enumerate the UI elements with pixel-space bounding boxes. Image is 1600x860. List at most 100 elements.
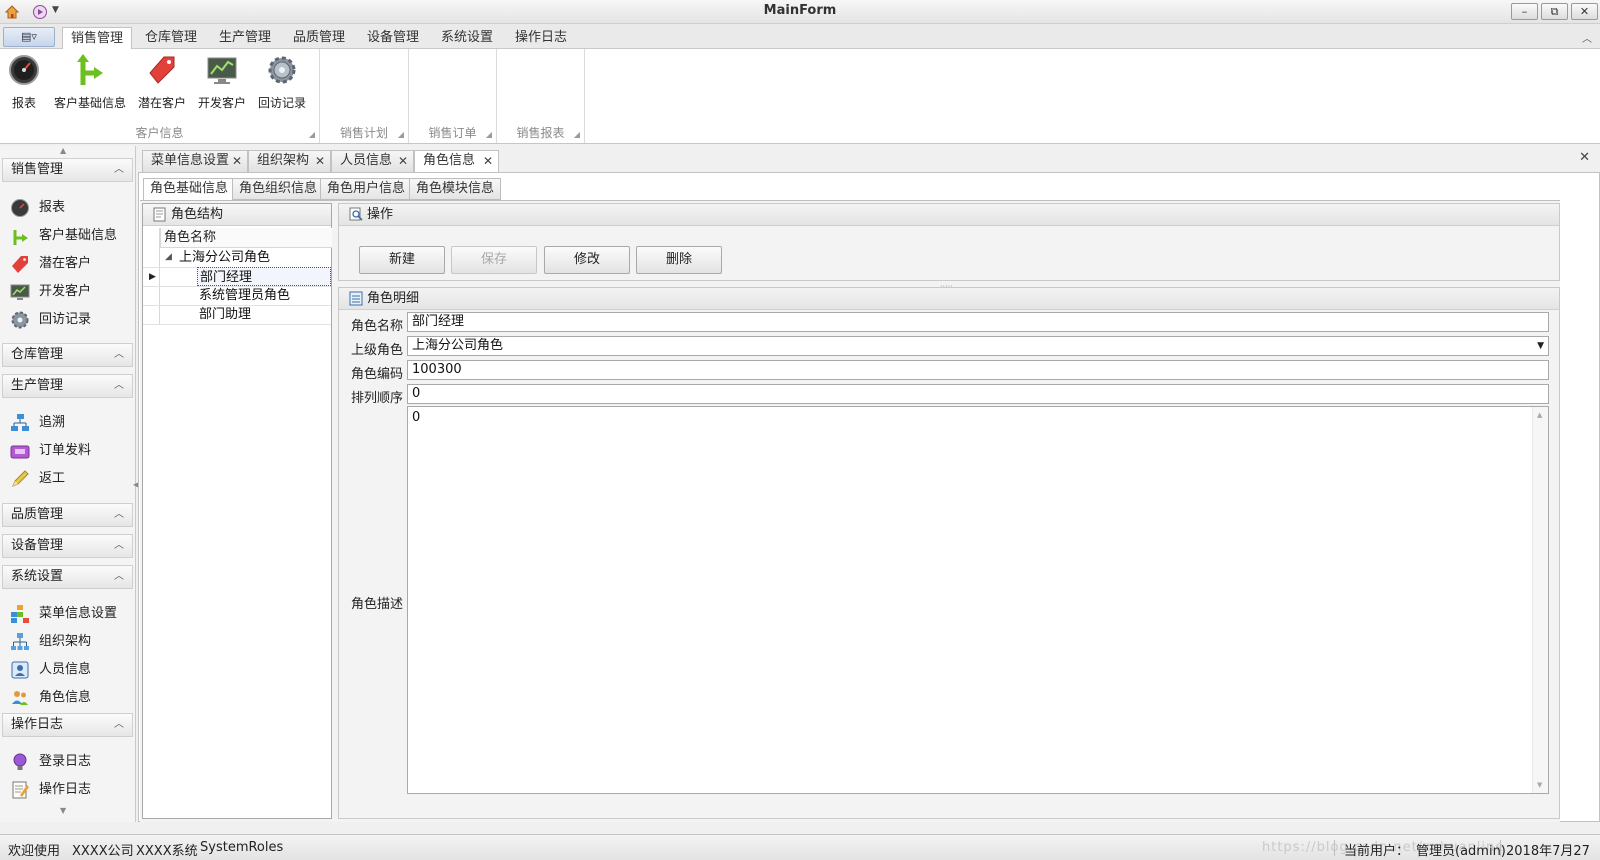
ribbon-develop-customer-label: 开发客户 xyxy=(197,96,246,110)
close-document-icon[interactable]: ✕ xyxy=(1579,150,1590,165)
nav-item-login-log[interactable]: 登录日志 xyxy=(10,751,91,773)
restore-button[interactable]: ⧉ xyxy=(1541,3,1568,20)
ribbon-collapse-icon[interactable]: ︿ xyxy=(1582,30,1592,45)
close-tab-icon[interactable]: ✕ xyxy=(315,151,325,171)
ribbon-develop-customer-button[interactable]: 开发客户 xyxy=(194,53,250,111)
status-company: XXXX公司 xyxy=(72,844,134,859)
role-name-field[interactable]: 部门经理 xyxy=(407,312,1549,332)
ribbon-followup-button[interactable]: 回访记录 xyxy=(254,53,310,111)
app-menu-button[interactable]: ▤▿ xyxy=(3,27,55,47)
tree-node-root[interactable]: 上海分公司角色 xyxy=(179,248,270,267)
ribbon-followup-label: 回访记录 xyxy=(257,96,306,110)
save-button[interactable]: 保存 xyxy=(451,246,537,274)
close-tab-icon[interactable]: ✕ xyxy=(483,151,493,171)
status-system: XXXX系统 xyxy=(136,844,198,859)
sub-tab-role-basic[interactable]: 角色基础信息 xyxy=(143,178,236,201)
nav-group-title: 品质管理 xyxy=(11,507,64,522)
close-tab-icon[interactable]: ✕ xyxy=(398,151,408,171)
nav-item-report[interactable]: 报表 xyxy=(10,197,65,219)
status-separator xyxy=(1334,840,1335,856)
ribbon-potential-customer-button[interactable]: 潜在客户 xyxy=(134,53,190,111)
dropdown-arrow-icon[interactable]: ▼ xyxy=(1537,337,1544,355)
scroll-down-icon[interactable]: ▼ xyxy=(1537,781,1542,789)
scroll-up-icon[interactable]: ▲ xyxy=(1537,411,1542,419)
sort-order-label: 排列顺序 xyxy=(351,391,404,406)
group-launcher-icon[interactable]: ◢ xyxy=(398,130,404,139)
role-detail-header: 角色明细 xyxy=(339,288,1559,310)
nav-group-production[interactable]: 生产管理 ︿ xyxy=(2,374,133,398)
doc-tab-org-structure[interactable]: 组织架构 ✕ xyxy=(248,150,331,172)
nav-group-warehouse[interactable]: 仓库管理 ︿ xyxy=(2,343,133,367)
ribbon-group-customer-info: 报表 客户基础信息 潜在客户 开发客户 回访记录 客户信息 ◢ xyxy=(0,49,320,143)
nav-item-label: 报表 xyxy=(39,200,66,215)
nav-group-title: 销售管理 xyxy=(11,162,64,177)
edit-button[interactable]: 修改 xyxy=(544,246,630,274)
ribbon-tab-sales[interactable]: 销售管理 xyxy=(62,27,133,50)
delete-button[interactable]: 删除 xyxy=(636,246,722,274)
role-code-field[interactable]: 100300 xyxy=(407,360,1549,380)
nav-item-role-info[interactable]: 角色信息 xyxy=(10,687,91,709)
tree-node-dept-manager[interactable]: 部门经理 xyxy=(197,267,331,286)
role-tree-header: 角色结构 xyxy=(143,204,331,226)
document-icon xyxy=(153,207,166,222)
ribbon-tab-warehouse[interactable]: 仓库管理 xyxy=(137,27,205,49)
role-basic-panel: 角色结构 角色名称 ◢ 上海分公司角色 ▶ 部门经理 系统管理员角色 部门助理 … xyxy=(140,200,1560,822)
nav-item-operation-log[interactable]: 操作日志 xyxy=(10,779,91,801)
role-description-field[interactable]: 0 ▲ ▼ xyxy=(407,406,1549,794)
ribbon-customer-basic-button[interactable]: 客户基础信息 xyxy=(50,53,130,111)
doc-tab-personnel[interactable]: 人员信息 ✕ xyxy=(331,150,414,172)
ribbon-tab-production[interactable]: 生产管理 xyxy=(211,27,279,49)
gauge-icon xyxy=(11,198,29,217)
sub-tab-role-modules[interactable]: 角色模块信息 xyxy=(409,178,502,200)
nav-item-trace[interactable]: 追溯 xyxy=(10,412,65,434)
nav-item-label: 组织架构 xyxy=(39,634,92,649)
nav-item-rework[interactable]: 返工 xyxy=(10,468,65,490)
collapse-icon[interactable]: ◢ xyxy=(165,252,172,262)
minimize-button[interactable]: – xyxy=(1511,3,1538,20)
nav-item-order-issue[interactable]: 订单发料 xyxy=(10,440,91,462)
doc-tab-role-info[interactable]: 角色信息 ✕ xyxy=(414,150,499,173)
group-launcher-icon[interactable]: ◢ xyxy=(574,130,580,139)
nav-group-settings[interactable]: 系统设置 ︿ xyxy=(2,565,133,589)
tree-node-dept-assistant[interactable]: 部门助理 xyxy=(199,305,251,324)
nav-item-label: 角色信息 xyxy=(39,690,92,705)
nav-item-followup[interactable]: 回访记录 xyxy=(10,309,91,331)
ribbon-tab-equipment[interactable]: 设备管理 xyxy=(359,27,427,49)
ribbon-report-button[interactable]: 报表 xyxy=(6,53,42,111)
chevron-up-icon: ︿ xyxy=(114,719,124,730)
close-tab-icon[interactable]: ✕ xyxy=(232,151,242,171)
role-code-label: 角色编码 xyxy=(351,367,404,382)
ribbon-potential-customer-label: 潜在客户 xyxy=(137,96,186,110)
tree-node-sysadmin-role[interactable]: 系统管理员角色 xyxy=(199,286,290,305)
description-scrollbar[interactable]: ▲ ▼ xyxy=(1532,407,1548,793)
nav-item-customer-basic[interactable]: 客户基础信息 xyxy=(10,225,117,247)
parent-role-select[interactable]: 上海分公司角色 ▼ xyxy=(407,336,1549,356)
ribbon-tab-quality[interactable]: 品质管理 xyxy=(285,27,353,49)
tree-column-header[interactable]: 角色名称 xyxy=(160,228,332,248)
ribbon-tab-settings[interactable]: 系统设置 xyxy=(433,27,501,49)
nav-group-sales[interactable]: 销售管理 ︿ xyxy=(2,158,133,182)
nav-group-quality[interactable]: 品质管理 ︿ xyxy=(2,503,133,527)
group-launcher-icon[interactable]: ◢ xyxy=(309,130,315,139)
nav-item-label: 开发客户 xyxy=(39,284,92,299)
nav-item-potential-customer[interactable]: 潜在客户 xyxy=(10,253,91,275)
ribbon-tab-logs[interactable]: 操作日志 xyxy=(507,27,575,49)
close-window-button[interactable]: ✕ xyxy=(1571,3,1598,20)
nav-item-menu-settings[interactable]: 菜单信息设置 xyxy=(10,603,117,625)
sort-order-field[interactable]: 0 xyxy=(407,384,1549,404)
group-launcher-icon[interactable]: ◢ xyxy=(486,130,492,139)
nav-scroll-down-icon[interactable]: ▼ xyxy=(60,806,66,815)
sub-tab-role-org[interactable]: 角色组织信息 xyxy=(232,178,325,200)
sub-tab-role-users[interactable]: 角色用户信息 xyxy=(320,178,413,200)
nav-scroll-up-icon[interactable]: ▲ xyxy=(60,146,66,155)
nav-item-develop-customer[interactable]: 开发客户 xyxy=(10,281,91,303)
nav-group-equipment[interactable]: 设备管理 ︿ xyxy=(2,534,133,558)
status-welcome: 欢迎使用 xyxy=(8,844,61,859)
new-button[interactable]: 新建 xyxy=(359,246,445,274)
nav-item-personnel[interactable]: 人员信息 xyxy=(10,659,91,681)
doc-tab-menu-settings[interactable]: 菜单信息设置 ✕ xyxy=(142,150,248,172)
nav-item-org-structure[interactable]: 组织架构 xyxy=(10,631,91,653)
magnifier-doc-icon xyxy=(349,207,363,221)
nav-group-logs[interactable]: 操作日志 ︿ xyxy=(2,713,133,737)
ribbon-group-label: 销售计划 xyxy=(339,126,388,140)
